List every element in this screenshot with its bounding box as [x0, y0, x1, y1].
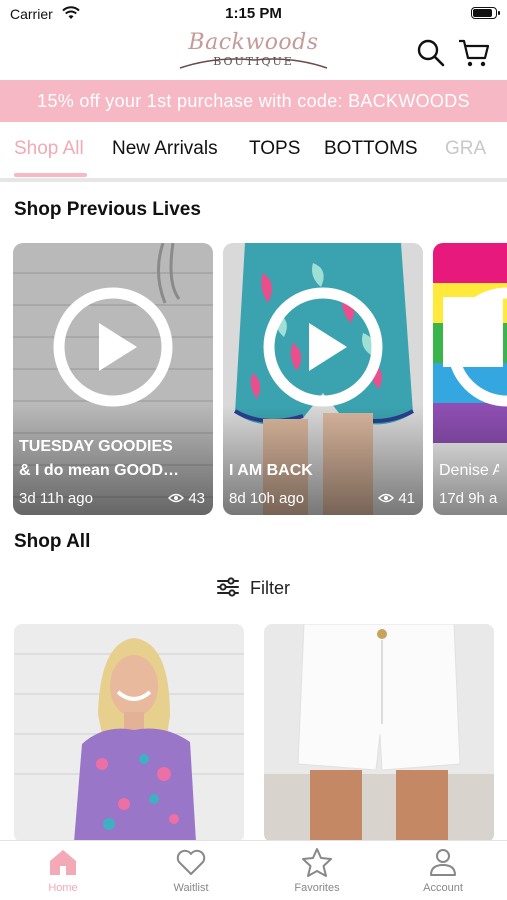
nav-favorites-label: Favorites: [294, 882, 340, 894]
play-icon: [53, 287, 173, 407]
active-tab-indicator: [14, 173, 87, 177]
filter-button[interactable]: Filter: [216, 576, 290, 602]
live-title: TUESDAY GOODIES: [19, 438, 173, 455]
live-meta: 17d 9h a: [439, 490, 499, 507]
live-age: 8d 10h ago: [229, 490, 305, 507]
live-age: 17d 9h a: [439, 490, 498, 507]
live-view-count: 41: [398, 490, 415, 507]
nav-home[interactable]: Home: [18, 845, 108, 899]
live-age: 3d 11h ago: [19, 490, 93, 507]
live-meta: 8d 10h ago 41: [229, 490, 415, 507]
live-views: 41: [378, 490, 415, 507]
play-icon: [263, 287, 383, 407]
previous-lives-title: Shop Previous Lives: [14, 199, 201, 220]
live-meta: 3d 11h ago 43: [19, 490, 205, 507]
nav-account[interactable]: Account: [398, 845, 488, 899]
shop-all-title: Shop All: [14, 531, 91, 552]
eye-icon: [168, 493, 185, 503]
heart-icon: [176, 849, 206, 875]
battery-icon: [471, 7, 500, 19]
live-card[interactable]: TUESDAY GOODIES & I do mean GOOD… 3d 11h…: [13, 243, 213, 515]
search-button[interactable]: [416, 38, 446, 68]
app-header: Backwoods BOUTIQUE: [0, 28, 507, 80]
category-tabs: Shop All New Arrivals TOPS BOTTOMS GRA: [0, 122, 507, 178]
live-card[interactable]: I AM BACK 8d 10h ago 41: [223, 243, 423, 515]
nav-waitlist-label: Waitlist: [173, 882, 209, 894]
tabs-divider: [0, 178, 507, 182]
live-title: Denise A: [439, 462, 499, 479]
nav-favorites[interactable]: Favorites: [272, 845, 362, 899]
tab-tops[interactable]: TOPS: [249, 138, 300, 160]
promo-banner[interactable]: 15% off your 1st purchase with code: BAC…: [0, 80, 507, 122]
tab-graphics-partial[interactable]: GRA: [445, 138, 486, 160]
product-image: [14, 624, 244, 842]
status-bar: Carrier 1:15 PM: [0, 0, 507, 28]
live-view-count: 43: [188, 490, 205, 507]
filter-label: Filter: [250, 578, 290, 598]
product-image: [264, 624, 494, 842]
product-card[interactable]: [264, 624, 494, 842]
tab-bottoms[interactable]: BOTTOMS: [324, 138, 418, 160]
clock: 1:15 PM: [225, 5, 282, 22]
sliders-icon: [217, 577, 239, 597]
eye-icon: [378, 493, 395, 503]
bottom-navigation: Home Waitlist Favorites Account: [0, 840, 507, 900]
nav-home-label: Home: [48, 882, 78, 894]
nav-waitlist[interactable]: Waitlist: [146, 845, 236, 899]
home-icon: [50, 850, 76, 875]
live-title-line2: & I do mean GOOD…: [19, 462, 180, 479]
live-views: 43: [168, 490, 205, 507]
brand-logo[interactable]: Backwoods BOUTIQUE: [176, 30, 331, 76]
tab-shop-all[interactable]: Shop All: [14, 138, 84, 160]
star-icon: [302, 848, 332, 877]
live-title: I AM BACK: [229, 462, 313, 479]
logo-ornament: [179, 58, 328, 69]
cart-button[interactable]: [458, 38, 490, 68]
product-card[interactable]: [14, 624, 244, 842]
live-card[interactable]: Denise A 17d 9h a: [433, 243, 507, 515]
cart-icon: [459, 39, 490, 67]
search-icon: [417, 39, 445, 67]
tab-new-arrivals[interactable]: New Arrivals: [112, 138, 218, 160]
nav-account-label: Account: [423, 882, 463, 894]
person-icon: [430, 849, 456, 876]
